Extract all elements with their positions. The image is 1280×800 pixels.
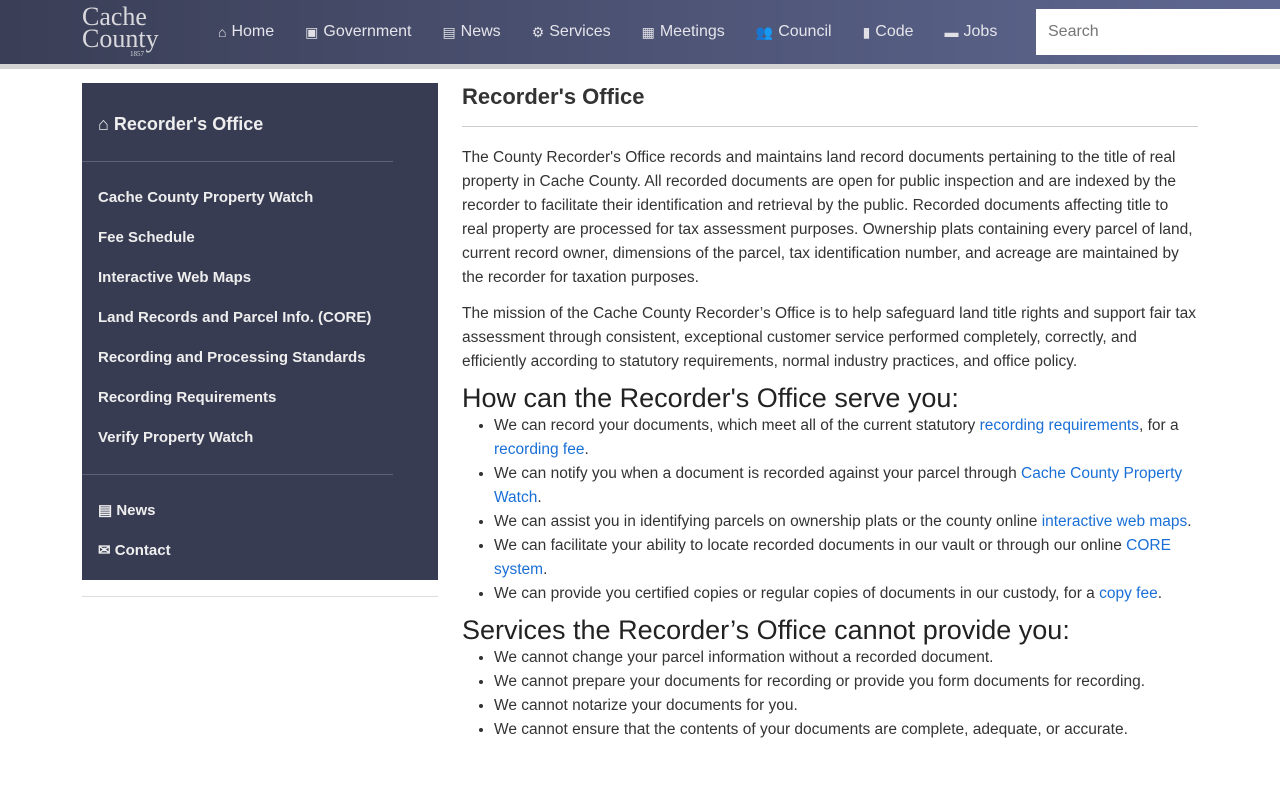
- header-divider: [0, 64, 1280, 69]
- briefcase-icon: ▬: [944, 24, 959, 40]
- book-icon: ▮: [862, 23, 871, 40]
- main-nav: ⌂ Home ▣ Government ▤ News ⚙ Services ▦ Meetings 👥…: [218, 0, 1028, 64]
- serve-heading: How can the Recorder's Office serve you:: [462, 383, 959, 413]
- logo-text: Cache County: [82, 2, 159, 53]
- sidebar-links: Cache County Property Watch Fee Schedule I…: [82, 178, 438, 458]
- nav-government[interactable]: ▣ Government: [305, 23, 411, 41]
- list-item: We cannot notarize your documents for yo…: [494, 694, 1198, 718]
- sidebar-news-link[interactable]: ▤ News: [98, 491, 438, 531]
- sidebar: ⌂ Recorder's Office Cache County Propert…: [82, 83, 438, 580]
- calendar-icon: ▦: [641, 23, 655, 40]
- item-text: We can notify you when a document is rec…: [494, 465, 1022, 482]
- nav-news[interactable]: ▤ News: [442, 23, 500, 41]
- nav-label: Code: [875, 23, 914, 40]
- sidebar-item[interactable]: Land Records and Parcel Info. (CORE): [98, 298, 438, 338]
- list-item: We cannot prepare your documents for rec…: [494, 670, 1198, 694]
- item-text: We can facilitate your ability to locate…: [494, 537, 1127, 554]
- envelope-icon: ✉: [98, 542, 115, 559]
- nav-services[interactable]: ⚙ Services: [532, 23, 611, 41]
- item-text: .: [537, 489, 542, 506]
- item-link[interactable]: interactive web maps: [1042, 513, 1188, 530]
- nav-label: Meetings: [659, 23, 725, 40]
- item-link[interactable]: recording fee: [494, 441, 584, 458]
- cannot-list: We cannot change your parcel information…: [494, 646, 1198, 742]
- nav-meetings[interactable]: ▦ Meetings: [642, 23, 725, 41]
- sidebar-title-text: Recorder's Office: [113, 114, 264, 134]
- nav-label: Services: [549, 23, 611, 40]
- item-text: .: [584, 441, 589, 458]
- divider: [82, 161, 393, 162]
- news-label: News: [116, 502, 156, 519]
- list-item: We can provide you certified copies or r…: [494, 582, 1198, 606]
- contact-label: Contact: [114, 542, 171, 559]
- gear-icon: ⚙: [531, 23, 545, 40]
- nav-label: News: [460, 23, 501, 40]
- list-item: We cannot change your parcel information…: [494, 646, 1198, 670]
- search-input[interactable]: [1036, 9, 1280, 55]
- sidebar-item[interactable]: Verify Property Watch: [98, 418, 438, 458]
- item-link[interactable]: copy fee: [1099, 585, 1158, 602]
- item-text: We can record your documents, which meet…: [494, 417, 980, 434]
- mission-paragraph: The mission of the Cache County Recorder…: [462, 305, 1197, 370]
- nav-label: Council: [778, 23, 832, 40]
- item-text: , for a: [1139, 417, 1179, 434]
- newspaper-icon: ▤: [98, 502, 117, 519]
- item-text: .: [1187, 513, 1192, 530]
- nav-code[interactable]: ▮ Code: [863, 23, 914, 41]
- sidebar-item[interactable]: Cache County Property Watch: [98, 178, 438, 218]
- nav-label: Home: [231, 23, 275, 40]
- sidebar-item[interactable]: Interactive Web Maps: [98, 258, 438, 298]
- list-item: We can facilitate your ability to locate…: [494, 534, 1198, 582]
- intro-paragraph: The County Recorder's Office records and…: [462, 149, 1193, 286]
- cache-county-logo[interactable]: Cache County 1857: [82, 2, 182, 59]
- page-title: Recorder's Office: [462, 85, 1198, 127]
- nav-home[interactable]: ⌂ Home: [218, 23, 274, 41]
- site-header: Cache County 1857 ⌂ Home ▣ Government ▤ News ⚙ S…: [0, 0, 1280, 64]
- sidebar-bottom-divider: [82, 596, 438, 597]
- address-book-icon: ▣: [305, 23, 319, 40]
- item-text: .: [1157, 585, 1163, 602]
- main-content: Recorder's Office The County Recorder's …: [462, 83, 1198, 742]
- item-text: .: [543, 561, 548, 578]
- users-icon: 👥: [755, 23, 774, 40]
- list-item: We can record your documents, which meet…: [494, 414, 1198, 462]
- nav-council[interactable]: 👥 Council: [756, 23, 832, 41]
- nav-label: Government: [323, 23, 412, 40]
- item-link[interactable]: recording requirements: [980, 417, 1139, 434]
- home-icon: ⌂: [218, 24, 227, 40]
- sidebar-contact-link[interactable]: ✉ Contact: [98, 531, 438, 571]
- cannot-heading: Services the Recorder’s Office cannot pr…: [462, 615, 1070, 645]
- sidebar-item[interactable]: Recording and Processing Standards: [98, 338, 438, 378]
- sidebar-title[interactable]: ⌂ Recorder's Office: [98, 114, 438, 135]
- sidebar-item[interactable]: Fee Schedule: [98, 218, 438, 258]
- list-item: We cannot ensure that the contents of yo…: [494, 718, 1198, 742]
- newspaper-icon: ▤: [442, 23, 456, 40]
- item-text: We can assist you in identifying parcels…: [494, 513, 1042, 530]
- divider: [82, 474, 393, 475]
- home-icon: ⌂: [98, 114, 114, 134]
- list-item: We can assist you in identifying parcels…: [494, 510, 1198, 534]
- list-item: We can notify you when a document is rec…: [494, 462, 1198, 510]
- nav-jobs[interactable]: ▬ Jobs: [945, 23, 998, 41]
- serve-list: We can record your documents, which meet…: [494, 414, 1198, 606]
- item-text: We can provide you certified copies or r…: [494, 585, 1100, 602]
- nav-label: Jobs: [963, 23, 998, 40]
- sidebar-item[interactable]: Recording Requirements: [98, 378, 438, 418]
